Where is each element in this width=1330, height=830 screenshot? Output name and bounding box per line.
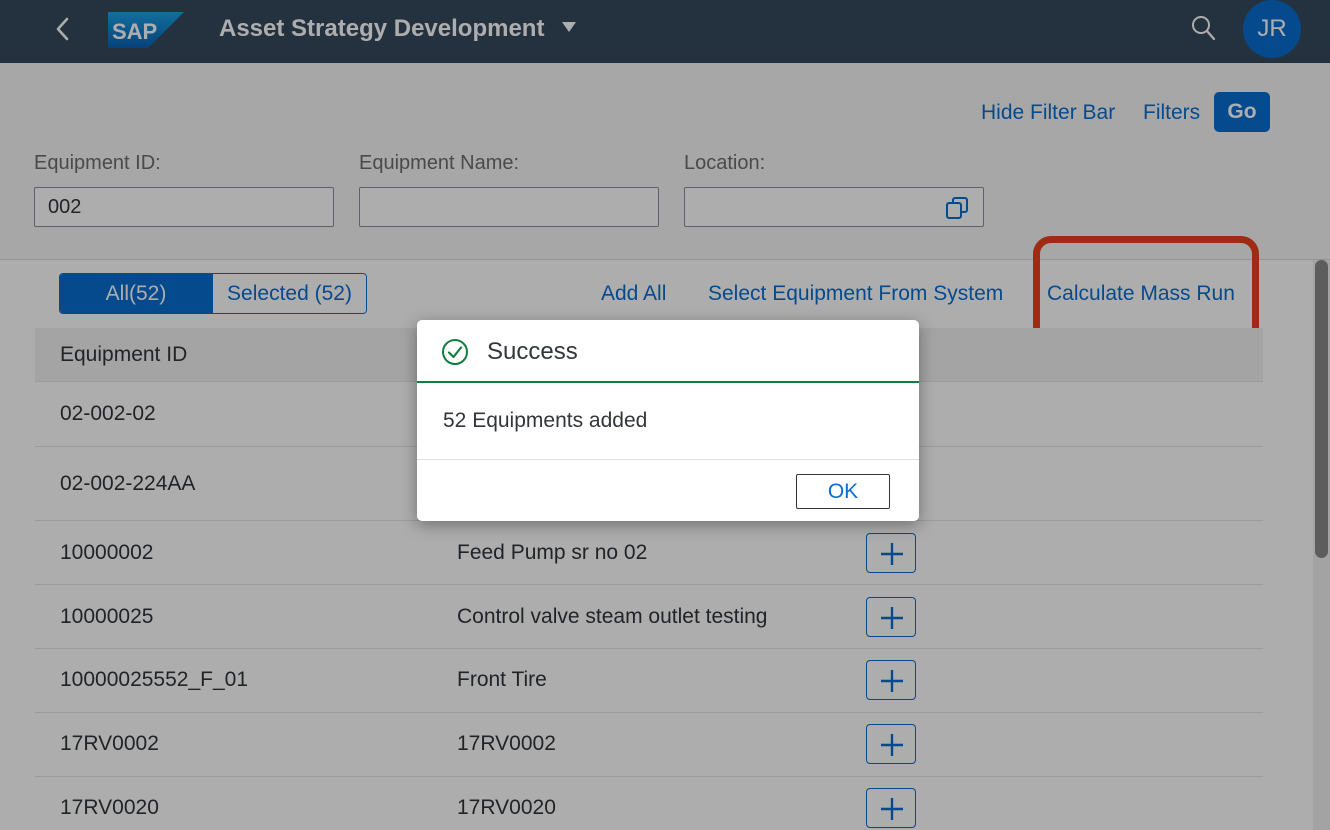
dialog-header: Success [417, 320, 919, 383]
success-check-icon [442, 339, 468, 365]
success-dialog: Success 52 Equipments added OK [417, 320, 919, 521]
dialog-title: Success [487, 338, 578, 365]
ok-button[interactable]: OK [796, 474, 890, 509]
dialog-message: 52 Equipments added [443, 409, 648, 432]
dialog-footer: OK [417, 459, 919, 521]
